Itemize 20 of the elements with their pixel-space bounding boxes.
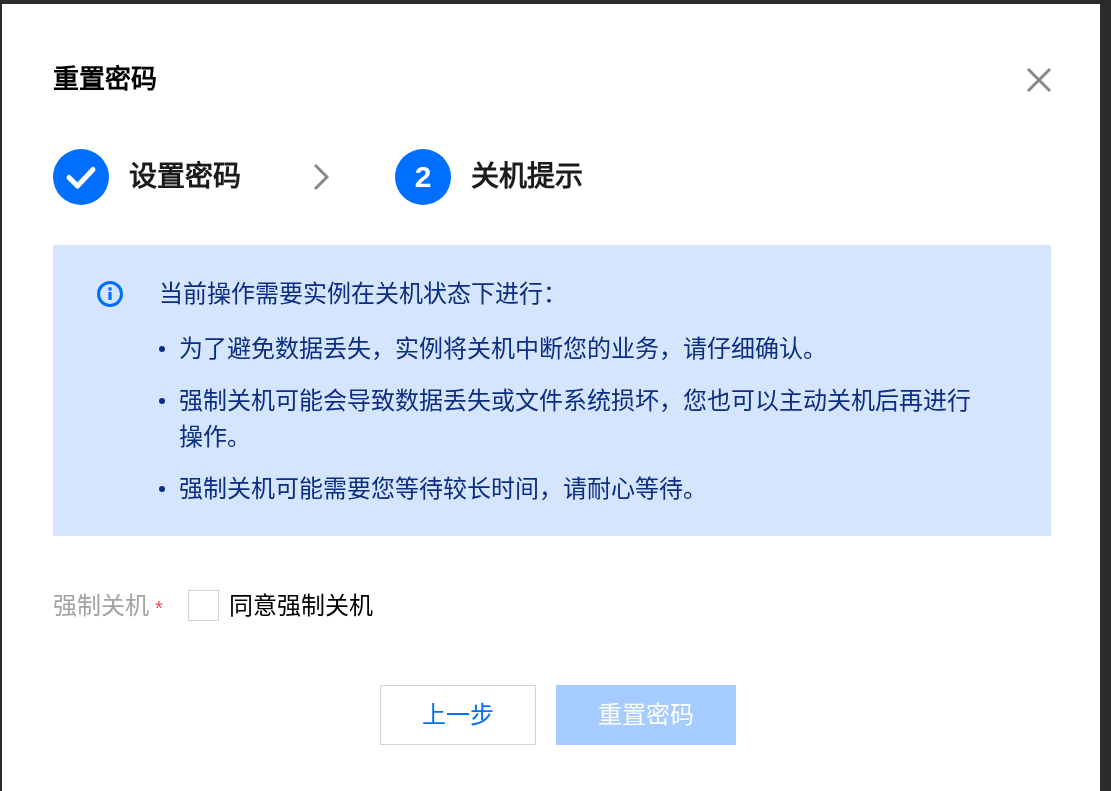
checkbox[interactable] <box>187 590 219 621</box>
close-icon <box>1026 67 1052 93</box>
dialog-title: 重置密码 <box>53 64 157 94</box>
previous-step-button[interactable]: 上一步 <box>380 685 536 745</box>
required-asterisk: * <box>155 597 163 618</box>
bullet-icon <box>159 346 165 352</box>
bullet-icon <box>159 398 165 404</box>
alert-heading: 当前操作需要实例在关机状态下进行： <box>159 279 567 309</box>
step-number: 2 <box>395 149 451 205</box>
checkbox-label[interactable]: 同意强制关机 <box>228 590 373 621</box>
close-button[interactable] <box>1026 67 1052 93</box>
bullet-icon <box>159 486 165 492</box>
step-label: 关机提示 <box>471 160 583 194</box>
field-label: 强制关机 <box>53 590 149 621</box>
alert-text: 强制关机可能会导致数据丢失或文件系统损坏，您也可以主动关机后再进行操作。 <box>179 386 972 452</box>
chevron-right-icon <box>313 163 329 191</box>
alert-text: 强制关机可能需要您等待较长时间，请耐心等待。 <box>179 474 707 504</box>
step-label: 设置密码 <box>129 160 241 194</box>
info-icon <box>97 281 123 307</box>
alert-text: 为了避免数据丢失，实例将关机中断您的业务，请仔细确认。 <box>179 334 827 364</box>
